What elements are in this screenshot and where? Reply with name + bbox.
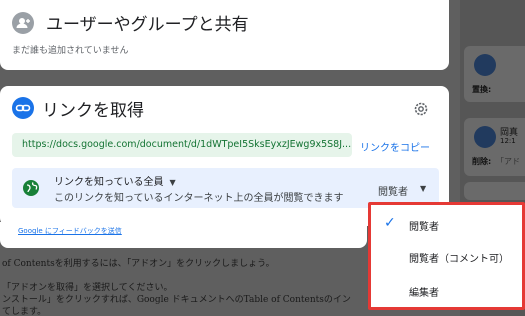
background-text-line: てします。 (2, 307, 47, 316)
role-option-viewer[interactable]: ✓ 閲覧者 (371, 209, 522, 239)
access-scope-dropdown[interactable]: リンクを知っている全員 ▼ (54, 173, 176, 188)
role-option-commenter[interactable]: 閲覧者（コメント可） (371, 241, 522, 271)
role-option-label: 閲覧者（コメント可） (409, 254, 509, 265)
avatar (474, 126, 496, 148)
role-option-label: 閲覧者 (409, 222, 439, 233)
role-dropdown-button[interactable]: 閲覧者 ▼ (370, 178, 432, 200)
access-scope-label: リンクを知っている全員 (54, 177, 164, 188)
link-url: https://docs.google.com/document/d/1dWTp… (22, 139, 352, 150)
comment-time: 12:1 (500, 137, 516, 145)
gear-icon[interactable] (413, 101, 429, 117)
comment-card[interactable]: 置換: (464, 46, 525, 102)
caret-down-icon: ▼ (169, 178, 176, 187)
share-subtitle: まだ誰も追加されていません (12, 46, 129, 56)
role-label: 閲覧者 (378, 187, 408, 198)
share-title: ユーザーやグループと共有 (46, 15, 249, 35)
role-menu: ✓ 閲覧者 閲覧者（コメント可） 編集者 (368, 202, 525, 310)
role-option-editor[interactable]: 編集者 (371, 275, 522, 305)
feedback-footer: Google にフィードバックを送信 (0, 222, 367, 248)
background-text-line: ンストール」をクリックすれば、Google ドキュメントへのTable of C… (2, 295, 351, 305)
access-description: このリンクを知っているインターネット上の全員が閲覧できます (54, 193, 344, 204)
avatar (474, 54, 496, 76)
caret-down-icon: ▼ (420, 184, 427, 193)
comment-card[interactable]: 岡真 12:1 削除: 「アド (464, 118, 525, 176)
copy-link-button[interactable]: リンクをコピー (360, 139, 430, 154)
check-icon: ✓ (384, 215, 396, 231)
share-with-people-card: ユーザーやグループと共有 まだ誰も追加されていません (0, 0, 449, 70)
feedback-link[interactable]: Google にフィードバックを送信 (18, 226, 122, 236)
globe-icon (22, 179, 40, 197)
background-text-line: of Contentsを利用するには、「アドオン」をクリックしましょう。 (2, 259, 275, 269)
link-icon (12, 97, 34, 119)
comment-card (464, 182, 525, 200)
comment-action-label: 置換: (472, 85, 492, 94)
comment-action-label: 削除: (472, 157, 492, 166)
role-option-label: 編集者 (409, 288, 439, 299)
get-link-title: リンクを取得 (42, 101, 144, 121)
link-url-field[interactable]: https://docs.google.com/document/d/1dWTp… (12, 133, 352, 157)
comment-text: 「アド (496, 157, 520, 166)
add-person-icon (12, 12, 34, 34)
